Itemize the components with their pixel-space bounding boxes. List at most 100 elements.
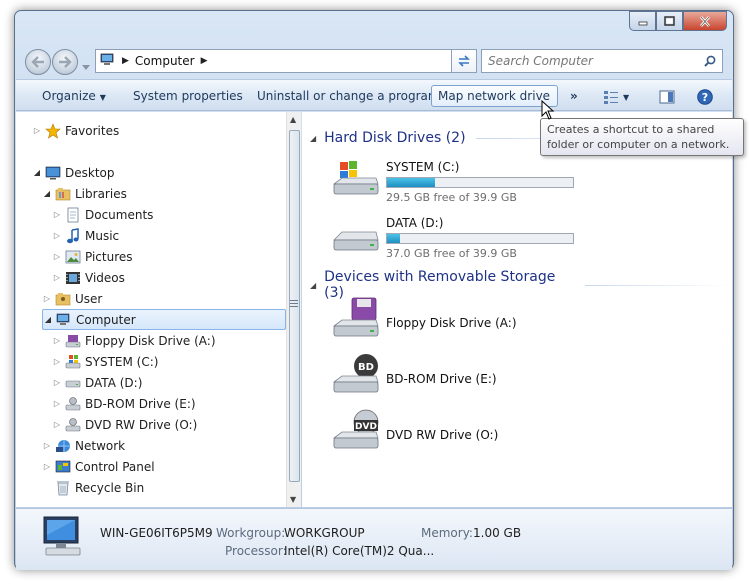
tree-item-data-drive[interactable]: ▷ DATA (D:) — [52, 372, 142, 393]
tree-item-favorites[interactable]: ▷ Favorites — [32, 120, 119, 141]
forward-button[interactable] — [52, 49, 78, 75]
tree-item-system-drive[interactable]: ▷ SYSTEM (C:) — [52, 351, 158, 372]
expand-icon[interactable]: ▷ — [52, 252, 62, 261]
navigation-scrollbar[interactable]: ▲ ▼ — [286, 112, 301, 507]
memory-label: Memory: — [421, 526, 473, 540]
svg-text:BD: BD — [358, 362, 374, 373]
drive-name: Floppy Disk Drive (A:) — [386, 316, 517, 330]
film-icon — [65, 270, 81, 286]
drive-item-data[interactable]: DATA (D:) 37.0 GB free of 39.9 GB — [332, 212, 574, 260]
group-title: Hard Disk Drives (2) — [324, 130, 466, 146]
collapse-icon[interactable]: ◢ — [310, 134, 316, 143]
expand-icon[interactable]: ▷ — [52, 210, 62, 219]
search-input[interactable]: Search Computer — [488, 54, 593, 68]
uninstall-program-button[interactable]: Uninstall or change a program — [250, 85, 447, 107]
drive-icon — [65, 375, 81, 391]
expand-icon[interactable]: ▷ — [52, 378, 62, 387]
scroll-up-arrow-icon[interactable]: ▲ — [290, 115, 296, 124]
expand-icon[interactable]: ▷ — [42, 462, 52, 471]
chevron-down-icon — [82, 65, 90, 70]
details-pane: WIN-GE06IT6P5M9 Workgroup: WORKGROUP Mem… — [16, 508, 732, 570]
tree-item-pictures[interactable]: ▷ Pictures — [52, 246, 133, 267]
scroll-down-arrow-icon[interactable]: ▼ — [290, 495, 296, 504]
optical-drive-icon: DVD — [332, 409, 379, 449]
search-icon[interactable] — [704, 55, 716, 67]
command-bar: Organize ▼ System properties Uninstall or… — [16, 79, 732, 111]
back-button[interactable] — [25, 49, 51, 75]
breadcrumb-chevron-icon[interactable]: ▶ — [122, 56, 129, 66]
tree-label: Desktop — [65, 165, 115, 180]
refresh-button[interactable] — [451, 49, 477, 73]
tree-item-dvdrw[interactable]: ▷ DVD RW Drive (O:) — [52, 414, 197, 435]
drive-icon — [333, 231, 379, 251]
tree-item-control-panel[interactable]: ▷ Control Panel — [42, 456, 155, 477]
expand-icon[interactable]: ▷ — [52, 273, 62, 282]
drive-item-floppy[interactable]: Floppy Disk Drive (A:) — [332, 296, 517, 344]
more-commands-button[interactable]: » — [563, 85, 585, 107]
tree-label: Control Panel — [75, 459, 155, 474]
tree-label: Favorites — [65, 123, 120, 138]
computer-icon — [43, 516, 81, 556]
expand-icon[interactable]: ▷ — [52, 231, 62, 240]
svg-text:DVD: DVD — [355, 422, 377, 432]
optical-drive-icon: BD — [332, 354, 379, 393]
recent-pages-dropdown[interactable] — [82, 59, 90, 73]
caption-buttons — [629, 11, 727, 32]
collapse-icon[interactable]: ◢ — [310, 281, 316, 290]
tree-item-bdrom[interactable]: ▷ BD-ROM Drive (E:) — [52, 393, 196, 414]
tree-item-desktop[interactable]: ◢ Desktop — [32, 162, 115, 183]
expand-icon[interactable]: ▷ — [32, 126, 42, 135]
breadcrumb-chevron-icon[interactable]: ▶ — [201, 56, 208, 66]
control-panel-icon — [55, 459, 71, 475]
search-box[interactable]: Search Computer — [481, 49, 723, 73]
address-bar[interactable]: ▶ Computer ▶ — [95, 49, 477, 73]
close-button[interactable] — [683, 11, 727, 31]
breadcrumb-computer[interactable]: Computer — [135, 54, 195, 68]
help-icon: ? — [697, 88, 713, 105]
collapse-icon[interactable]: ◢ — [43, 315, 53, 324]
tree-item-documents[interactable]: ▷ Documents — [52, 204, 153, 225]
maximize-icon — [664, 16, 675, 26]
drive-item-bdrom[interactable]: BD BD-ROM Drive (E:) — [332, 352, 497, 400]
expand-icon[interactable]: ▷ — [52, 357, 62, 366]
tree-label: Libraries — [75, 186, 127, 201]
tree-item-recycle-bin[interactable]: Recycle Bin — [42, 477, 144, 498]
collapse-icon[interactable]: ◢ — [42, 189, 52, 198]
expand-icon[interactable]: ▷ — [42, 294, 52, 303]
tree-item-computer[interactable]: ◢ Computer — [42, 309, 286, 330]
minimize-icon — [638, 21, 647, 26]
help-button[interactable]: ? — [690, 85, 720, 107]
scrollbar-grip — [290, 300, 298, 308]
svg-text:?: ? — [702, 91, 708, 104]
expand-icon[interactable]: ▷ — [52, 420, 62, 429]
drive-item-dvdrw[interactable]: DVD DVD RW Drive (O:) — [332, 408, 498, 456]
tree-item-network[interactable]: ▷ Network — [42, 435, 125, 456]
tree-item-videos[interactable]: ▷ Videos — [52, 267, 125, 288]
minimize-button[interactable] — [629, 11, 656, 31]
tree-item-user[interactable]: ▷ User — [42, 288, 102, 309]
tree-item-floppy[interactable]: ▷ Floppy Disk Drive (A:) — [52, 330, 216, 351]
map-network-drive-button[interactable]: Map network drive — [431, 85, 558, 107]
drive-usage-fill — [387, 234, 401, 243]
organize-label: Organize — [42, 89, 96, 103]
tree-label: Network — [75, 438, 126, 453]
drive-free-space: 29.5 GB free of 39.9 GB — [386, 191, 517, 204]
tree-item-music[interactable]: ▷ Music — [52, 225, 119, 246]
computer-icon — [100, 53, 116, 70]
drive-name: DATA (D:) — [386, 216, 444, 230]
library-folder-icon — [55, 186, 71, 202]
preview-pane-button[interactable] — [652, 85, 682, 107]
expand-icon[interactable]: ▷ — [42, 441, 52, 450]
tree-item-libraries[interactable]: ◢ Libraries — [42, 183, 127, 204]
drive-free-space: 37.0 GB free of 39.9 GB — [386, 247, 517, 260]
collapse-icon[interactable]: ◢ — [32, 168, 42, 177]
maximize-button[interactable] — [656, 11, 683, 31]
system-properties-button[interactable]: System properties — [126, 85, 250, 107]
expand-icon[interactable]: ▷ — [52, 399, 62, 408]
organize-button[interactable]: Organize ▼ — [35, 85, 113, 107]
drive-item-system[interactable]: SYSTEM (C:) 29.5 GB free of 39.9 GB — [332, 156, 574, 204]
workgroup-value: WORKGROUP — [284, 526, 365, 540]
expand-icon[interactable]: ▷ — [52, 336, 62, 345]
drive-name: SYSTEM (C:) — [386, 160, 460, 174]
change-view-button[interactable]: ▼ — [596, 85, 636, 107]
